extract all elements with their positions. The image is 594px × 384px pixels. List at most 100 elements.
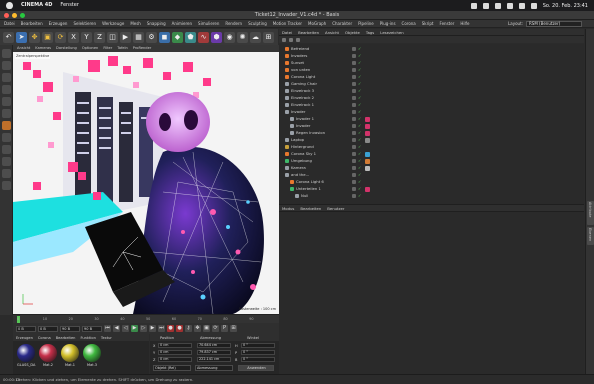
- generator-icon[interactable]: ◆: [172, 31, 183, 43]
- object-row[interactable]: Einzelrack 3 ✓: [279, 88, 584, 94]
- enabled-check-icon[interactable]: ✓: [358, 67, 361, 73]
- expand-toggle-icon[interactable]: [280, 110, 283, 114]
- object-name[interactable]: Einzelrack 2: [291, 95, 314, 101]
- object-name[interactable]: Regen Invasion: [296, 130, 325, 136]
- material-swatch[interactable]: [39, 344, 57, 362]
- visibility-dots-icon[interactable]: [352, 47, 356, 51]
- environment-icon[interactable]: ☁: [250, 31, 261, 43]
- object-name[interactable]: Befreiend: [291, 46, 309, 52]
- enabled-check-icon[interactable]: ✓: [358, 46, 361, 52]
- position-field[interactable]: 0 cm: [158, 350, 192, 355]
- start-frame-field[interactable]: 0 B: [16, 325, 36, 332]
- coord-size-mode-select[interactable]: Abmessung: [195, 365, 233, 371]
- material-name[interactable]: Mat.1: [61, 363, 79, 367]
- model-mode-icon[interactable]: [1, 61, 11, 70]
- visibility-dots-icon[interactable]: [352, 138, 356, 142]
- object-name[interactable]: and the...: [291, 172, 309, 178]
- object-row[interactable]: Corona Sky 1 ✓: [279, 151, 584, 157]
- expand-toggle-icon[interactable]: [285, 131, 288, 135]
- menu-item[interactable]: Fenster: [439, 20, 454, 28]
- apple-icon[interactable]: [6, 2, 13, 9]
- timeline[interactable]: 0 10 20 30 40 50 60 70 80 90: [13, 314, 279, 324]
- object-tag-icon[interactable]: [365, 117, 370, 122]
- object-name[interactable]: Einzelrack 1: [291, 102, 314, 108]
- object-row[interactable]: Regen Invasion ✓: [279, 130, 584, 136]
- visibility-dots-icon[interactable]: [352, 131, 356, 135]
- edges-mode-icon[interactable]: [1, 97, 11, 106]
- menu-item[interactable]: Motion Tracker: [273, 20, 302, 28]
- light-icon[interactable]: ✺: [237, 31, 248, 43]
- object-row[interactable]: Einzelrack 2 ✓: [279, 95, 584, 101]
- visibility-dots-icon[interactable]: [352, 75, 356, 79]
- viewport-menu-item[interactable]: ProRender: [133, 45, 152, 52]
- viewport-menu-item[interactable]: Tafeln: [117, 45, 128, 52]
- viewport-menu-item[interactable]: Optionen: [82, 45, 98, 52]
- object-tag-icon[interactable]: [365, 131, 370, 136]
- menu-item[interactable]: Hilfe: [460, 20, 469, 28]
- om-menu-item[interactable]: Lesezeichen: [380, 29, 403, 36]
- visibility-dots-icon[interactable]: [352, 194, 356, 198]
- object-row[interactable]: von unten ✓: [279, 67, 584, 73]
- enabled-check-icon[interactable]: ✓: [358, 186, 361, 192]
- next-frame-icon[interactable]: ▷: [140, 325, 147, 332]
- am-menu-item[interactable]: Benutzer: [327, 206, 344, 211]
- visibility-dots-icon[interactable]: [352, 103, 356, 107]
- position-field[interactable]: 0 cm: [158, 357, 192, 362]
- expand-toggle-icon[interactable]: [280, 82, 283, 86]
- om-menu-item[interactable]: Ansicht: [325, 29, 339, 36]
- menu-item[interactable]: Plug-ins: [380, 20, 396, 28]
- camera-icon[interactable]: ◉: [224, 31, 235, 43]
- record-icon[interactable]: ●: [167, 325, 174, 332]
- autokey-icon[interactable]: ●: [176, 325, 183, 332]
- object-row[interactable]: Einzelrack 1 ✓: [279, 102, 584, 108]
- object-name[interactable]: Corona Light 6: [296, 179, 324, 185]
- visibility-dots-icon[interactable]: [352, 159, 356, 163]
- expand-toggle-icon[interactable]: [280, 68, 283, 72]
- object-name[interactable]: Laptop: [291, 137, 304, 143]
- om-menu-item[interactable]: Bearbeiten: [298, 29, 319, 36]
- object-name[interactable]: Einzelrack 3: [291, 88, 314, 94]
- goto-end-icon[interactable]: ⏭: [158, 325, 165, 332]
- status-icon[interactable]: [482, 2, 489, 9]
- menu-item[interactable]: Bearbeiten: [21, 20, 43, 28]
- menu-item[interactable]: Snapping: [147, 20, 166, 28]
- object-tag-icon[interactable]: [365, 166, 370, 171]
- tweak-mode-icon[interactable]: [1, 133, 11, 142]
- menu-item[interactable]: Pipeline: [358, 20, 374, 28]
- rotate-tool-icon[interactable]: ⟳: [55, 31, 66, 43]
- enabled-check-icon[interactable]: ✓: [358, 88, 361, 94]
- expand-toggle-icon[interactable]: [285, 180, 288, 184]
- points-mode-icon[interactable]: [1, 85, 11, 94]
- scale-key-icon[interactable]: ▣: [203, 325, 210, 332]
- render-view-icon[interactable]: ▶: [120, 31, 131, 43]
- expand-toggle-icon[interactable]: [280, 103, 283, 107]
- object-row[interactable]: and the... ✓: [279, 172, 584, 178]
- menu-item[interactable]: Erzeugen: [49, 20, 68, 28]
- cube-icon[interactable]: ◼: [159, 31, 170, 43]
- enabled-check-icon[interactable]: ✓: [358, 123, 361, 129]
- position-field[interactable]: 0 cm: [158, 343, 192, 348]
- end-frame-field[interactable]: 90 B: [60, 325, 80, 332]
- select-tool-icon[interactable]: ➤: [16, 31, 27, 43]
- object-name[interactable]: von unten: [291, 67, 310, 73]
- size-field[interactable]: 79.837 cm: [197, 350, 231, 355]
- current-frame-field[interactable]: 0 B: [38, 325, 58, 332]
- enabled-check-icon[interactable]: ✓: [358, 53, 361, 59]
- enabled-check-icon[interactable]: ✓: [358, 172, 361, 178]
- expand-toggle-icon[interactable]: [280, 145, 283, 149]
- enabled-check-icon[interactable]: ✓: [358, 137, 361, 143]
- tab-attribute[interactable]: Attribute: [587, 201, 594, 225]
- enabled-check-icon[interactable]: ✓: [358, 116, 361, 122]
- expand-toggle-icon[interactable]: [280, 173, 283, 177]
- enabled-check-icon[interactable]: ✓: [358, 179, 361, 185]
- wifi-icon[interactable]: [506, 2, 513, 9]
- object-name[interactable]: Invader 1: [296, 116, 314, 122]
- expand-toggle-icon[interactable]: [285, 117, 288, 121]
- expand-toggle-icon[interactable]: [280, 47, 283, 51]
- visibility-dots-icon[interactable]: [352, 82, 356, 86]
- visibility-dots-icon[interactable]: [352, 173, 356, 177]
- axis-y-icon[interactable]: Y: [81, 31, 92, 43]
- object-row[interactable]: Null ✓: [279, 193, 584, 199]
- menu-item[interactable]: Rendern: [225, 20, 242, 28]
- object-row[interactable]: Umgebung ✓: [279, 158, 584, 164]
